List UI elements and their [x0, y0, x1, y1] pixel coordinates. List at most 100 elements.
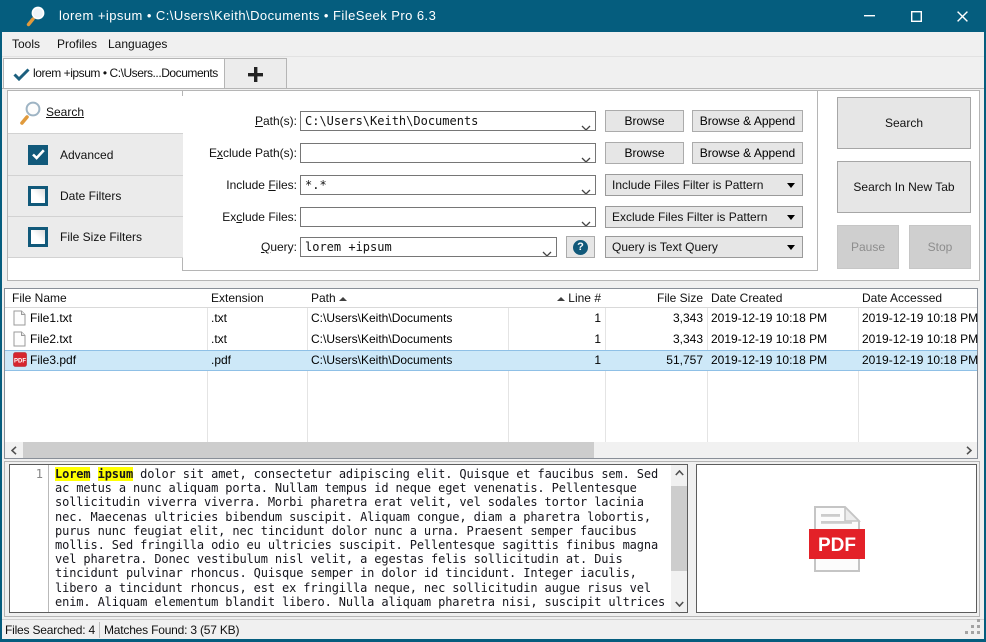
column-header-line[interactable]: Line #	[508, 289, 601, 308]
scroll-left-button[interactable]	[5, 442, 22, 458]
query-type-dropdown[interactable]: Query is Text Query	[605, 236, 803, 258]
scroll-right-button[interactable]	[960, 442, 977, 458]
combo-chevron-icon[interactable]	[581, 214, 591, 227]
menu-languages[interactable]: Languages	[108, 32, 167, 56]
include-files-input[interactable]: *.*	[300, 175, 596, 195]
horizontal-scroll-thumb[interactable]	[23, 442, 594, 458]
resize-grip[interactable]	[965, 619, 980, 637]
include-filter-value: Include Files Filter is Pattern	[612, 178, 763, 192]
sidebar-toggle-file-size-filters[interactable]: File Size Filters	[8, 216, 183, 258]
pause-button: Pause	[837, 225, 899, 269]
close-icon	[957, 11, 968, 22]
search-options-panel: Search Advanced Date Filters File Size F…	[7, 90, 980, 281]
combo-chevron-icon[interactable]	[581, 118, 591, 131]
matches-found-status: Matches Found: 3 (57 KB)	[104, 620, 239, 640]
scroll-up-button[interactable]	[671, 465, 687, 481]
line-number: 1	[36, 467, 43, 481]
status-bar: Files Searched: 4 Matches Found: 3 (57 K…	[2, 619, 984, 640]
table-row-file2[interactable]: File2.txt .txt C:\Users\Keith\Documents …	[5, 329, 977, 350]
status-divider	[99, 622, 100, 638]
vertical-scrollbar[interactable]	[671, 465, 687, 612]
query-input[interactable]: lorem +ipsum	[300, 237, 557, 257]
exclude-files-input[interactable]	[300, 207, 596, 227]
column-header-date-created[interactable]: Date Created	[711, 289, 782, 308]
column-header-date-accessed[interactable]: Date Accessed	[862, 289, 942, 308]
check-icon	[32, 149, 45, 160]
table-header: File Name Extension Path Line # File Siz…	[5, 289, 977, 308]
browse-exclude-button[interactable]: Browse	[605, 142, 684, 164]
table-row-file1[interactable]: File1.txt .txt C:\Users\Keith\Documents …	[5, 308, 977, 329]
date-filters-checkbox[interactable]	[28, 186, 48, 206]
title-bar[interactable]: lorem +ipsum • C:\Users\Keith\Documents …	[0, 0, 986, 32]
scroll-down-button[interactable]	[671, 596, 687, 612]
column-header-file-name[interactable]: File Name	[12, 289, 67, 308]
cell-date-accessed: 2019-12-19 10:18 PM	[862, 351, 978, 370]
include-filter-dropdown[interactable]: Include Files Filter is Pattern	[605, 174, 803, 196]
plus-icon	[248, 67, 263, 82]
file-size-filters-label: File Size Filters	[60, 229, 142, 245]
cell-file-name: File3.pdf	[30, 351, 76, 370]
sort-asc-icon	[557, 297, 565, 301]
text-preview-pane: 1 Lorem ipsum dolor sit amet, consectetu…	[9, 464, 688, 613]
file-size-filters-checkbox[interactable]	[28, 227, 48, 247]
column-header-path[interactable]: Path	[311, 289, 350, 308]
search-magnifier-icon	[19, 100, 43, 129]
menu-profiles[interactable]: Profiles	[57, 32, 97, 56]
sort-asc-icon	[339, 297, 347, 301]
column-header-file-size[interactable]: File Size	[606, 289, 703, 308]
advanced-checkbox[interactable]	[28, 145, 48, 165]
browse-paths-button[interactable]: Browse	[605, 110, 684, 132]
close-button[interactable]	[939, 0, 986, 32]
exclude-filter-value: Exclude Files Filter is Pattern	[612, 210, 767, 224]
tab-done-check-icon	[13, 68, 30, 84]
browse-append-paths-button[interactable]: Browse & Append	[692, 110, 803, 132]
paths-input[interactable]: C:\Users\Keith\Documents	[300, 111, 596, 131]
date-filters-label: Date Filters	[60, 188, 121, 204]
tab-active-search[interactable]: lorem +ipsum • C:\Users...Documents	[3, 58, 225, 89]
cell-file-size: 51,757	[606, 351, 703, 370]
cell-file-size: 3,343	[606, 308, 703, 329]
maximize-button[interactable]	[893, 0, 939, 32]
tab-label: lorem +ipsum • C:\Users...Documents	[33, 59, 218, 88]
svg-text:PDF: PDF	[818, 535, 856, 556]
cell-line: 1	[508, 351, 601, 370]
cell-file-size: 3,343	[606, 329, 703, 350]
vertical-scroll-thumb[interactable]	[671, 486, 687, 571]
window-border-left	[0, 32, 2, 642]
column-header-extension[interactable]: Extension	[211, 289, 264, 308]
browse-append-exclude-button[interactable]: Browse & Append	[692, 142, 803, 164]
exclude-paths-input[interactable]	[300, 143, 596, 163]
combo-chevron-icon[interactable]	[542, 244, 552, 257]
minimize-icon	[864, 15, 875, 17]
pdf-file-icon: PDF	[13, 352, 27, 371]
horizontal-scrollbar[interactable]	[5, 442, 977, 458]
search-button[interactable]: Search	[837, 97, 971, 149]
combo-chevron-icon[interactable]	[581, 182, 591, 195]
maximize-icon	[911, 11, 922, 22]
chevron-down-icon	[675, 601, 684, 607]
preview-text[interactable]: Lorem ipsum dolor sit amet, consectetur …	[55, 467, 670, 610]
pdf-document-icon: PDF	[808, 506, 866, 572]
sidebar-toggle-advanced[interactable]: Advanced	[8, 133, 183, 175]
table-row-file3-selected[interactable]: PDF File3.pdf .pdf C:\Users\Keith\Docume…	[5, 350, 977, 371]
svg-text:PDF: PDF	[14, 359, 26, 365]
window-title: lorem +ipsum • C:\Users\Keith\Documents …	[59, 0, 436, 32]
menu-bar: Tools Profiles Languages	[2, 32, 984, 57]
exclude-filter-dropdown[interactable]: Exclude Files Filter is Pattern	[605, 206, 803, 228]
dropdown-arrow-icon	[787, 245, 795, 250]
pdf-preview-pane: PDF	[696, 464, 977, 613]
advanced-label: Advanced	[60, 147, 113, 163]
sidebar-section-search[interactable]: Search	[8, 96, 184, 133]
stop-button: Stop	[909, 225, 971, 269]
minimize-button[interactable]	[846, 0, 893, 32]
cell-path: C:\Users\Keith\Documents	[311, 351, 452, 370]
sidebar-toggle-date-filters[interactable]: Date Filters	[8, 175, 183, 216]
new-tab-button[interactable]	[225, 58, 287, 89]
combo-chevron-icon[interactable]	[581, 150, 591, 163]
query-help-button[interactable]: ?	[566, 236, 595, 258]
txt-file-icon	[13, 310, 26, 331]
cell-date-created: 2019-12-19 10:18 PM	[711, 351, 827, 370]
preview-area: 1 Lorem ipsum dolor sit amet, consectetu…	[4, 461, 980, 617]
menu-tools[interactable]: Tools	[12, 32, 40, 56]
search-in-new-tab-button[interactable]: Search In New Tab	[837, 161, 971, 213]
